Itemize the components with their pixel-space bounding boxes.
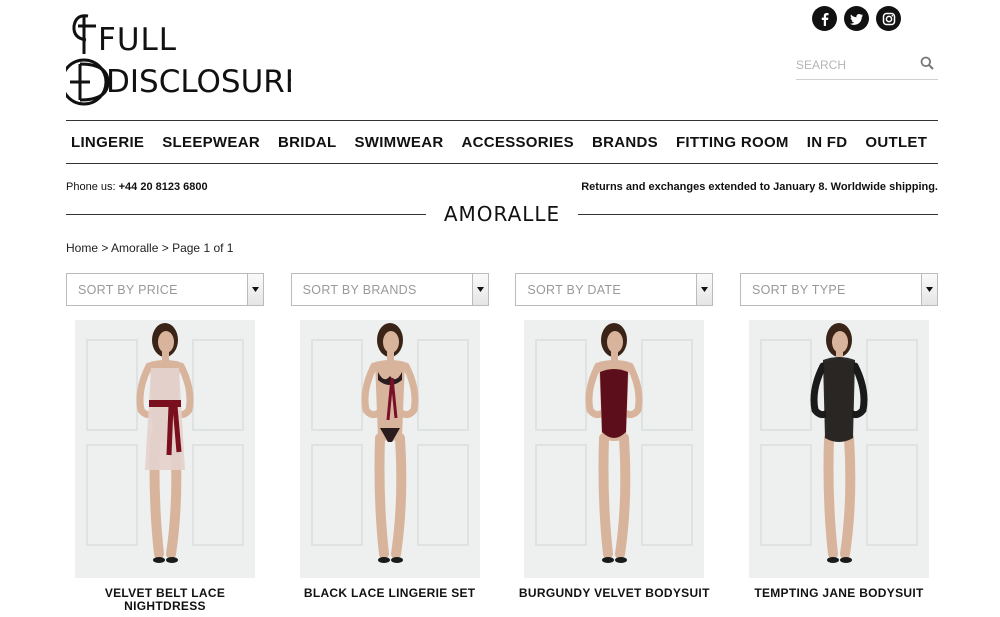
page-title-row: AMORALLE <box>66 200 938 228</box>
brand-logo-mark: FULL DISCLOSURE <box>60 14 304 106</box>
phone-label: Phone us: <box>66 181 116 193</box>
sort-by-type-select[interactable]: SORT BY TYPE <box>739 273 938 306</box>
page-title: AMORALLE <box>443 202 561 226</box>
sort-label: SORT BY PRICE <box>78 282 178 297</box>
breadcrumb: Home > Amoralle > Page 1 of 1 <box>66 241 233 255</box>
nav-item-outlet[interactable]: OUTLET <box>865 134 927 151</box>
product-card[interactable]: BURGUNDY VELVET BODYSUIT <box>515 320 713 613</box>
brand-logo[interactable]: FULL DISCLOSURE <box>60 12 304 107</box>
product-image[interactable] <box>299 320 480 578</box>
twitter-icon[interactable] <box>844 6 869 31</box>
sort-label: SORT BY DATE <box>527 282 621 297</box>
nav-item-bridal[interactable]: BRIDAL <box>278 134 336 151</box>
breadcrumb-brand[interactable]: Amoralle <box>111 241 158 255</box>
product-name[interactable]: TEMPTING JANE BODYSUIT <box>740 587 938 600</box>
nav-item-lingerie[interactable]: LINGERIE <box>71 134 144 151</box>
social-links <box>812 6 901 31</box>
sort-label: SORT BY BRANDS <box>302 282 417 297</box>
title-rule-right <box>578 213 938 215</box>
search-bar <box>796 50 938 80</box>
sort-by-price-select[interactable]: SORT BY PRICE <box>66 273 264 306</box>
nav-item-brands[interactable]: BRANDS <box>592 134 658 151</box>
nav-item-accessories[interactable]: ACCESSORIES <box>462 134 575 151</box>
facebook-icon[interactable] <box>812 6 837 31</box>
nav-item-fitting-room[interactable]: FITTING ROOM <box>676 134 789 151</box>
dropdown-arrow-icon[interactable] <box>471 274 488 305</box>
product-card[interactable]: VELVET BELT LACE NIGHTDRESS <box>66 320 264 613</box>
breadcrumb-page: Page 1 of 1 <box>172 241 234 255</box>
logo-line2: DISCLOSURE <box>106 64 291 100</box>
shipping-notice: Returns and exchanges extended to Januar… <box>581 181 938 193</box>
product-card[interactable]: BLACK LACE LINGERIE SET <box>291 320 489 613</box>
sort-label: SORT BY TYPE <box>751 282 846 297</box>
product-image[interactable] <box>524 320 705 578</box>
product-grid: VELVET BELT LACE NIGHTDRESS BLACK LACE L… <box>66 320 938 613</box>
product-image[interactable] <box>748 320 929 578</box>
phone-info: Phone us: +44 20 8123 6800 <box>66 181 208 193</box>
phone-number[interactable]: +44 20 8123 6800 <box>119 181 208 193</box>
product-image[interactable] <box>75 320 255 578</box>
nav-item-swimwear[interactable]: SWIMWEAR <box>354 134 443 151</box>
breadcrumb-home[interactable]: Home <box>66 241 98 255</box>
breadcrumb-separator: > <box>98 241 112 255</box>
search-input[interactable] <box>796 52 911 77</box>
sort-controls: SORT BY PRICE SORT BY BRANDS SORT BY DAT… <box>66 273 938 306</box>
dropdown-arrow-icon[interactable] <box>920 274 937 305</box>
instagram-icon[interactable] <box>876 6 901 31</box>
title-rule-left <box>66 213 426 215</box>
product-card[interactable]: TEMPTING JANE BODYSUIT <box>740 320 938 613</box>
sort-by-date-select[interactable]: SORT BY DATE <box>515 273 714 306</box>
product-name[interactable]: BURGUNDY VELVET BODYSUIT <box>515 587 713 600</box>
nav-item-sleepwear[interactable]: SLEEPWEAR <box>162 134 260 151</box>
product-name[interactable]: VELVET BELT LACE NIGHTDRESS <box>66 587 264 613</box>
nav-item-in-fd[interactable]: IN FD <box>807 134 848 151</box>
search-icon[interactable] <box>920 56 934 70</box>
main-nav: LINGERIE SLEEPWEAR BRIDAL SWIMWEAR ACCES… <box>66 120 938 164</box>
breadcrumb-separator: > <box>158 241 173 255</box>
dropdown-arrow-icon[interactable] <box>247 274 263 305</box>
dropdown-arrow-icon[interactable] <box>696 274 713 305</box>
product-name[interactable]: BLACK LACE LINGERIE SET <box>291 587 489 600</box>
logo-line1: FULL <box>98 22 177 58</box>
sort-by-brands-select[interactable]: SORT BY BRANDS <box>290 273 489 306</box>
